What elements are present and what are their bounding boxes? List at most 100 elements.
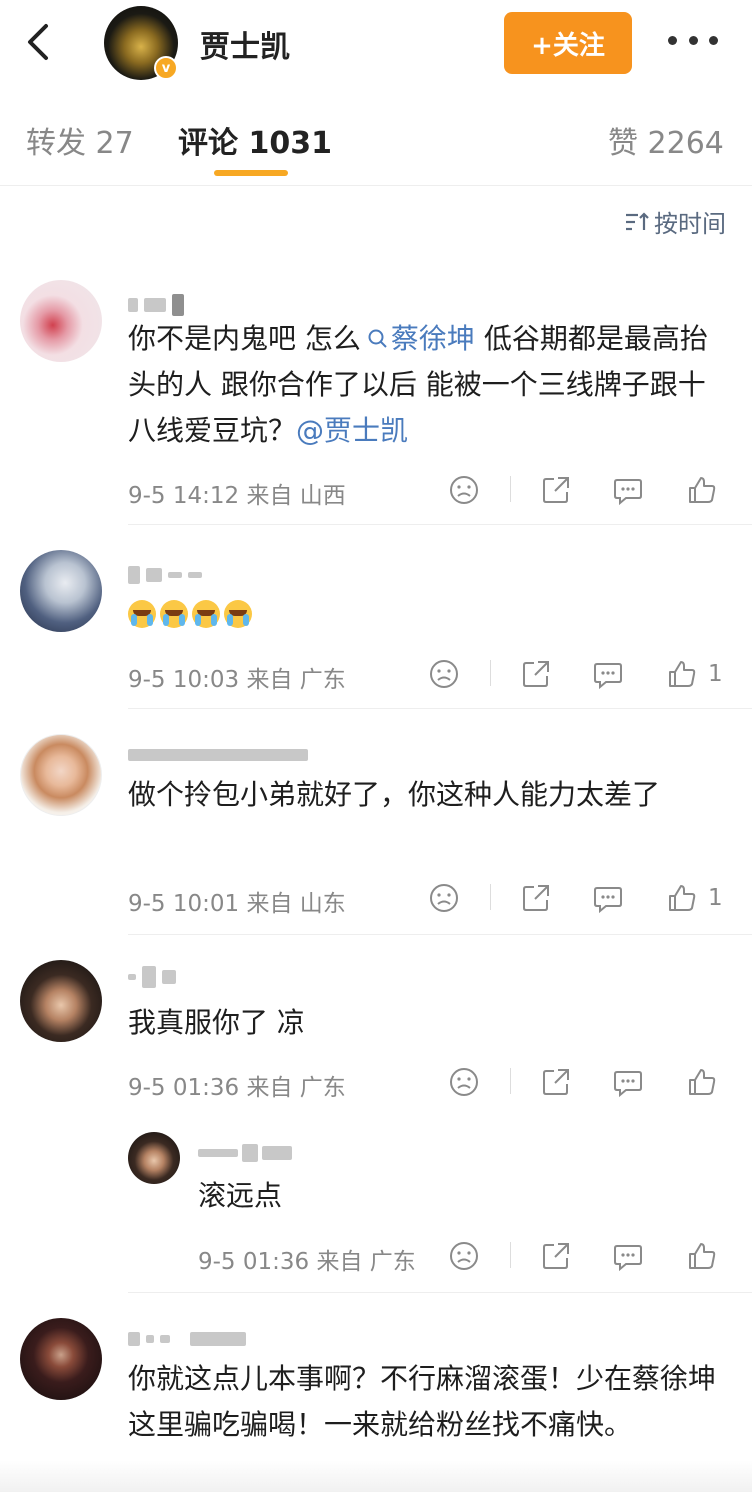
comment-actions: 1 (428, 654, 728, 694)
frown-icon (450, 1242, 478, 1270)
comment-emoji-row (128, 590, 732, 636)
thumbs-up-icon (689, 1243, 716, 1269)
comment-divider (128, 1292, 752, 1293)
author-name[interactable]: 贾士凯 (200, 22, 290, 66)
comment-text: 做个拎包小弟就好了，你这种人能力太差了 (128, 778, 661, 811)
commenter-avatar[interactable] (20, 550, 102, 632)
tab-likes[interactable]: 赞 2264 (608, 118, 724, 162)
search-icon (368, 329, 387, 348)
reply-button[interactable] (612, 1236, 644, 1276)
crying-emoji-icon (224, 600, 252, 628)
commenter-name[interactable] (128, 744, 308, 766)
like-button[interactable]: 1 (666, 878, 723, 918)
more-options-icon[interactable] (668, 30, 718, 50)
frown-icon (450, 476, 478, 504)
top-bar: v 贾士凯 +关注 (0, 0, 752, 90)
action-divider (510, 1242, 511, 1268)
active-tab-indicator (214, 170, 288, 176)
reply-author-name[interactable] (198, 1142, 292, 1164)
comment-divider (128, 708, 752, 709)
share-button[interactable] (540, 470, 572, 510)
comment-icon (594, 663, 622, 690)
comment-icon (614, 1071, 642, 1098)
comment-text: 你就这点儿本事啊？不行麻溜滚蛋！少在蔡徐坤这里骗吃骗喝！一来就给粉丝找不痛快。 (128, 1362, 717, 1441)
dislike-button[interactable] (448, 470, 480, 510)
action-divider (510, 476, 511, 502)
commenter-name[interactable] (128, 966, 176, 988)
bottom-fade (0, 1460, 752, 1492)
thumbs-up-icon (689, 1069, 716, 1095)
sort-icon (626, 211, 649, 230)
sort-by-time-button[interactable]: 按时间 (624, 204, 726, 239)
share-icon (523, 885, 549, 911)
dislike-button[interactable] (428, 654, 460, 694)
action-divider (510, 1068, 511, 1094)
commenter-avatar[interactable] (20, 1318, 102, 1400)
reply-button[interactable] (592, 878, 624, 918)
reply-button[interactable] (612, 1062, 644, 1102)
reply-text: 滚远点 (198, 1179, 283, 1212)
follow-button[interactable]: +关注 (504, 12, 632, 74)
like-button[interactable] (686, 1236, 718, 1276)
comment-icon (594, 887, 622, 914)
like-button[interactable] (686, 1062, 718, 1102)
commenter-avatar[interactable] (20, 960, 102, 1042)
share-button[interactable] (540, 1062, 572, 1102)
commenter-name[interactable] (128, 1328, 246, 1350)
share-icon (543, 477, 569, 503)
commenter-avatar[interactable] (20, 280, 102, 362)
commenter-avatar[interactable] (20, 734, 102, 816)
topic-link[interactable]: 蔡徐坤 (361, 322, 475, 355)
verified-badge-icon: v (154, 56, 178, 80)
dislike-button[interactable] (448, 1236, 480, 1276)
action-divider (490, 884, 491, 910)
share-icon (543, 1069, 569, 1095)
back-button[interactable] (18, 20, 58, 64)
like-button[interactable] (686, 470, 718, 510)
comment-icon (614, 1245, 642, 1272)
frown-icon (430, 884, 458, 912)
share-button[interactable] (520, 878, 552, 918)
action-divider (490, 660, 491, 686)
dislike-button[interactable] (448, 1062, 480, 1102)
share-button[interactable] (540, 1236, 572, 1276)
frown-icon (450, 1068, 478, 1096)
like-count: 1 (708, 661, 723, 687)
like-button[interactable]: 1 (666, 654, 723, 694)
comment-meta: 9-5 10:01 来自 山东 (128, 891, 346, 917)
share-icon (543, 1243, 569, 1269)
thumbs-up-icon (669, 661, 696, 687)
mention-link[interactable]: @贾士凯 (296, 414, 408, 447)
comment-meta: 9-5 10:03 来自 广东 (128, 667, 346, 693)
reply-meta: 9-5 01:36 来自 广东 (198, 1249, 416, 1275)
share-button[interactable] (520, 654, 552, 694)
dislike-button[interactable] (428, 878, 460, 918)
frown-icon (430, 660, 458, 688)
thumbs-up-icon (689, 477, 716, 503)
share-icon (523, 661, 549, 687)
reply-actions (448, 1236, 728, 1276)
comment-actions (448, 1062, 728, 1102)
crying-emoji-icon (192, 600, 220, 628)
commenter-name[interactable] (128, 294, 184, 316)
commenter-name[interactable] (128, 564, 202, 586)
reply-avatar[interactable] (128, 1132, 180, 1184)
comment-text: 你不是内鬼吧 怎么 蔡徐坤 低谷期都是最高抬头的人 跟你合作了以后 能被一个三线牌… (128, 322, 708, 447)
sort-label: 按时间 (654, 210, 726, 238)
crying-emoji-icon (128, 600, 156, 628)
comment-actions (448, 470, 728, 510)
thumbs-up-icon (669, 885, 696, 911)
comment-divider (128, 524, 752, 525)
reply-button[interactable] (612, 470, 644, 510)
tab-reposts[interactable]: 转发 27 (26, 118, 134, 162)
chevron-left-icon (28, 24, 48, 60)
comment-actions: 1 (428, 878, 728, 918)
comment-icon (614, 479, 642, 506)
comment-meta: 9-5 14:12 来自 山西 (128, 483, 346, 509)
comment-text: 我真服你了 凉 (128, 1006, 305, 1039)
comment-divider (128, 934, 752, 935)
detail-tabs: 转发 27 评论 1031 赞 2264 (0, 90, 752, 186)
tab-comments[interactable]: 评论 1031 (178, 118, 332, 162)
comment-meta: 9-5 01:36 来自 广东 (128, 1075, 346, 1101)
reply-button[interactable] (592, 654, 624, 694)
